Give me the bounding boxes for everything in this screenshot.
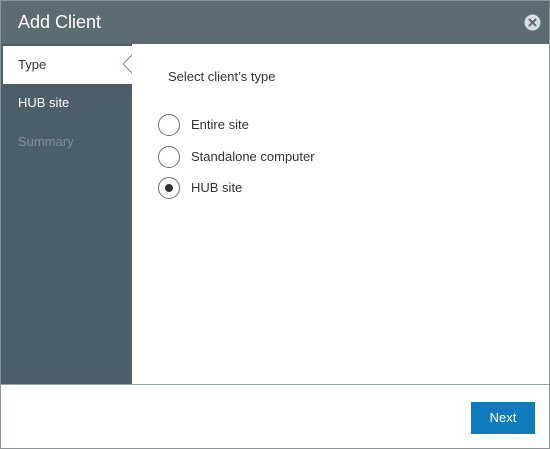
radio-selected-dot [165,184,173,192]
add-client-dialog: Add Client Type HUB site Summary Select … [0,0,550,449]
next-button[interactable]: Next [471,402,535,434]
step-summary-label: Summary [18,134,74,149]
radio-button[interactable] [158,114,180,136]
dialog-titlebar: Add Client [1,1,549,44]
radio-button-selected[interactable] [158,177,180,199]
radio-label[interactable]: HUB site [191,180,242,196]
step-type-label: Type [18,57,47,72]
radio-label[interactable]: Entire site [191,117,249,133]
close-icon[interactable] [524,14,541,31]
step-hub-site-label: HUB site [18,95,70,110]
wizard-steps-sidebar: Type HUB site Summary [1,44,132,384]
radio-label[interactable]: Standalone computer [191,149,315,165]
step-hub-site[interactable]: HUB site [1,84,132,122]
step-type[interactable]: Type [3,46,132,84]
client-type-prompt: Select client’s type [168,69,276,84]
radio-button[interactable] [158,146,180,168]
dialog-title: Add Client [18,12,102,32]
dialog-footer: Next [1,385,549,448]
step-summary: Summary [1,123,132,161]
wizard-content: Select client’s type Entire site Standal… [132,44,549,384]
